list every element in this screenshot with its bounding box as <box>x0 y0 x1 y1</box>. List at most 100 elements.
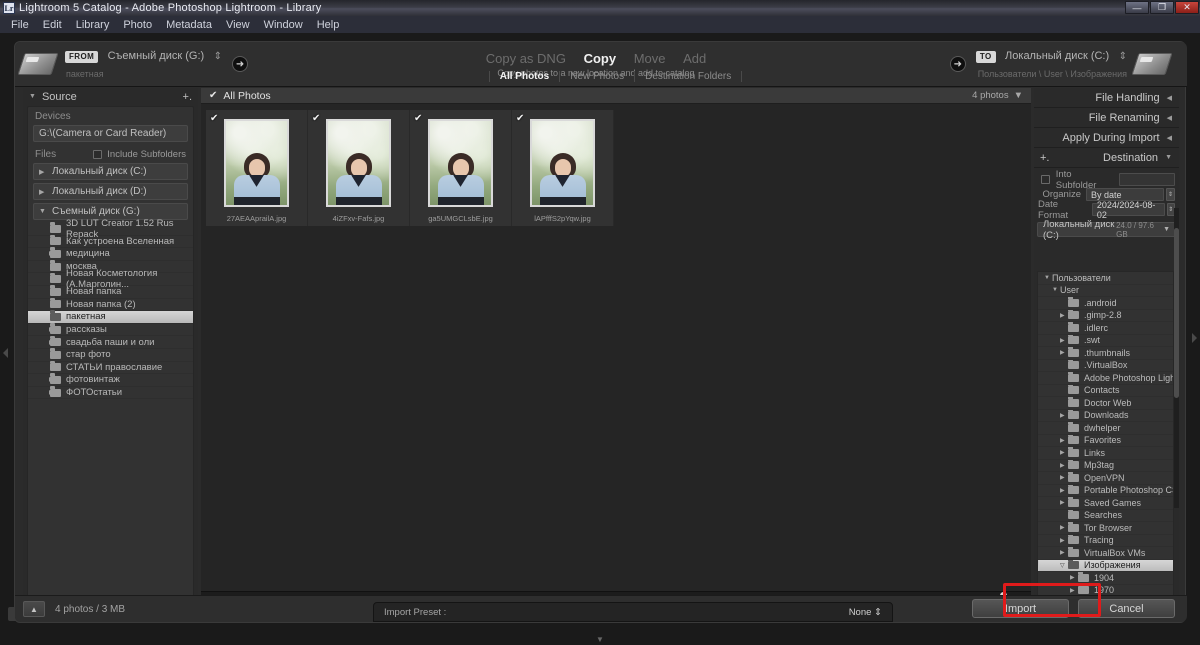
destination-tree-row-selected[interactable]: ▽ Изображения <box>1038 559 1173 572</box>
destination-tree-row[interactable]: Searches <box>1038 509 1173 522</box>
source-folder-row[interactable]: ▶ свадьба паши и оли <box>28 335 193 349</box>
source-folder-row[interactable]: ▶ ФОТОстатьи <box>28 386 193 400</box>
scrollbar-thumb[interactable] <box>1174 228 1179 398</box>
destination-tree-row[interactable]: ▶ Links <box>1038 447 1173 460</box>
mode-copy-as-dng[interactable]: Copy as DNG <box>486 51 566 66</box>
right-panel-collapse-arrow[interactable] <box>1192 333 1197 343</box>
destination-tree-row[interactable]: ▼ Пользователи <box>1038 272 1173 285</box>
menu-window[interactable]: Window <box>257 18 310 32</box>
source-collapse-icon[interactable]: ▼ <box>29 93 36 100</box>
to-stepper-icon[interactable]: ⇕ <box>1119 51 1127 62</box>
chevron-right-icon[interactable]: ▶ <box>1060 312 1068 319</box>
chevron-right-icon[interactable]: ▶ <box>1060 474 1068 481</box>
photo-cell[interactable]: ✔ ga5UMGCLsbE.jpg <box>410 110 512 226</box>
chevron-right-icon[interactable]: ▶ <box>1060 524 1068 531</box>
chevron-right-icon[interactable]: ▶ <box>1060 549 1068 556</box>
destination-tree-row[interactable]: ▶ Saved Games <box>1038 497 1173 510</box>
window-controls[interactable]: — ❐ ✕ <box>1125 1 1199 14</box>
chevron-down-icon[interactable]: ▼ <box>39 208 46 215</box>
source-folder-row[interactable]: Новая Косметология (А.Марголин... <box>28 268 193 290</box>
menu-library[interactable]: Library <box>69 18 117 32</box>
chevron-down-icon[interactable]: ▼ <box>1044 275 1052 281</box>
maximize-button[interactable]: ❐ <box>1150 1 1174 14</box>
source-folder-row[interactable]: Как устроена Вселенная <box>28 234 193 249</box>
destination-tree-row[interactable]: .android <box>1038 297 1173 310</box>
chevron-down-icon[interactable]: ▽ <box>1060 562 1068 569</box>
menu-edit[interactable]: Edit <box>36 18 69 32</box>
device-item-g[interactable]: G:\(Camera or Card Reader) <box>33 125 188 142</box>
photo-checkbox[interactable]: ✔ <box>414 114 422 124</box>
photo-cell[interactable]: ✔ 4iZFxv-Fafs.jpg <box>308 110 410 226</box>
cancel-button[interactable]: Cancel <box>1078 599 1175 618</box>
source-panel-header[interactable]: ▼ Source +. <box>23 88 198 105</box>
date-format-select[interactable]: 2024/2024-08-02 <box>1091 200 1165 220</box>
tab-all-photos[interactable]: All Photos <box>488 70 561 82</box>
section-file-handling[interactable]: File Handling ◀ <box>1034 88 1179 108</box>
destination-tree-row[interactable]: ▶ Downloads <box>1038 409 1173 422</box>
destination-tree-row[interactable]: ▶ .swt <box>1038 334 1173 347</box>
photo-checkbox[interactable]: ✔ <box>516 114 524 124</box>
destination-tree-row[interactable]: ▶ Tracing <box>1038 534 1173 547</box>
organize-stepper-icon[interactable]: ⇕ <box>1166 188 1175 201</box>
chevron-down-icon[interactable]: ▼ <box>1163 226 1170 233</box>
minimize-button[interactable]: — <box>1125 1 1149 14</box>
mode-move[interactable]: Move <box>634 51 666 66</box>
photo-checkbox[interactable]: ✔ <box>210 114 218 124</box>
menu-view[interactable]: View <box>219 18 257 32</box>
destination-tree-row[interactable]: ▶ Tor Browser <box>1038 522 1173 535</box>
source-folder-row[interactable]: 3D LUT Creator 1.52 Rus Repack <box>28 218 193 240</box>
mode-add[interactable]: Add <box>683 51 706 66</box>
source-folder-row[interactable]: Новая папка (2) <box>28 297 193 312</box>
menu-photo[interactable]: Photo <box>116 18 159 32</box>
drive-item-c[interactable]: ▶ Локальный диск (C:) <box>33 163 188 180</box>
destination-tree-row[interactable]: .idlerc <box>1038 322 1173 335</box>
destination-tree-row[interactable]: ▶ Portable Photoshop CS6 by ХрусТ <box>1038 484 1173 497</box>
source-folder-row[interactable]: ▶ фотовинтаж <box>28 373 193 387</box>
chevron-right-icon[interactable]: ▶ <box>1060 487 1068 494</box>
photo-cell[interactable]: ✔ 27AEAAprailA.jpg <box>206 110 308 226</box>
destination-tree-row[interactable]: ▶ Mp3tag <box>1038 459 1173 472</box>
chevron-right-icon[interactable]: ▶ <box>1060 537 1068 544</box>
menu-metadata[interactable]: Metadata <box>159 18 219 32</box>
chevron-left-icon[interactable]: ◀ <box>1167 114 1172 122</box>
destination-tree-row[interactable]: Doctor Web <box>1038 397 1173 410</box>
chevron-right-icon[interactable]: ▶ <box>1060 499 1068 506</box>
into-subfolder-input[interactable] <box>1118 173 1175 186</box>
chevron-right-icon[interactable]: ▶ <box>1060 462 1068 469</box>
source-folder-row[interactable]: ▶ медицина <box>28 247 193 261</box>
collapse-panel-button[interactable]: ▲ <box>23 601 45 617</box>
destination-tree-row[interactable]: ▶ .thumbnails <box>1038 347 1173 360</box>
menu-help[interactable]: Help <box>310 18 347 32</box>
left-panel-collapse-arrow[interactable] <box>3 348 8 358</box>
drive-item-d[interactable]: ▶ Локальный диск (D:) <box>33 183 188 200</box>
destination-drive-selector[interactable]: Локальный диск (C:) 24.0 / 97.6 GB ▼ <box>1037 219 1176 241</box>
destination-tree-row[interactable]: .VirtualBox <box>1038 359 1173 372</box>
import-button[interactable]: Import <box>972 599 1069 618</box>
destination-scrollbar[interactable] <box>1174 208 1179 508</box>
chevron-right-icon[interactable]: ▶ <box>1060 349 1068 356</box>
tab-new-photos[interactable]: New Photos <box>559 70 636 82</box>
photo-thumbnail[interactable] <box>530 119 595 207</box>
destination-tree-row[interactable]: ▶ OpenVPN <box>1038 472 1173 485</box>
source-folder-row[interactable]: ▶ рассказы <box>28 323 193 337</box>
destination-tree-row[interactable]: ▼ User <box>1038 285 1173 297</box>
chevron-right-icon[interactable]: ▶ <box>1060 437 1068 444</box>
include-subfolders-checkbox[interactable] <box>93 150 103 159</box>
chevron-left-icon[interactable]: ◀ <box>1167 134 1172 142</box>
mode-copy[interactable]: Copy <box>584 51 617 66</box>
close-button[interactable]: ✕ <box>1175 1 1199 14</box>
chevron-right-icon[interactable]: ▶ <box>39 168 46 176</box>
chevron-right-icon[interactable]: ▶ <box>1060 337 1068 344</box>
import-preset-bar[interactable]: Import Preset : None ⇕ <box>373 602 893 622</box>
photo-thumbnail[interactable] <box>428 119 493 207</box>
destination-tree-row[interactable]: dwhelper <box>1038 422 1173 435</box>
chevron-right-icon[interactable]: ▶ <box>1070 587 1078 594</box>
source-folder-row[interactable]: стар фото <box>28 348 193 362</box>
chevron-down-icon[interactable]: ▼ <box>1165 154 1172 161</box>
section-file-renaming[interactable]: File Renaming ◀ <box>1034 108 1179 128</box>
filmstrip-collapse-arrow[interactable]: ▼ <box>588 635 612 645</box>
chevron-right-icon[interactable]: ▶ <box>1060 412 1068 419</box>
import-preset-value[interactable]: None ⇕ <box>849 607 882 618</box>
photo-cell[interactable]: ✔ lAPfffS2pYqw.jpg <box>512 110 614 226</box>
destination-tree-row[interactable]: Contacts <box>1038 384 1173 397</box>
